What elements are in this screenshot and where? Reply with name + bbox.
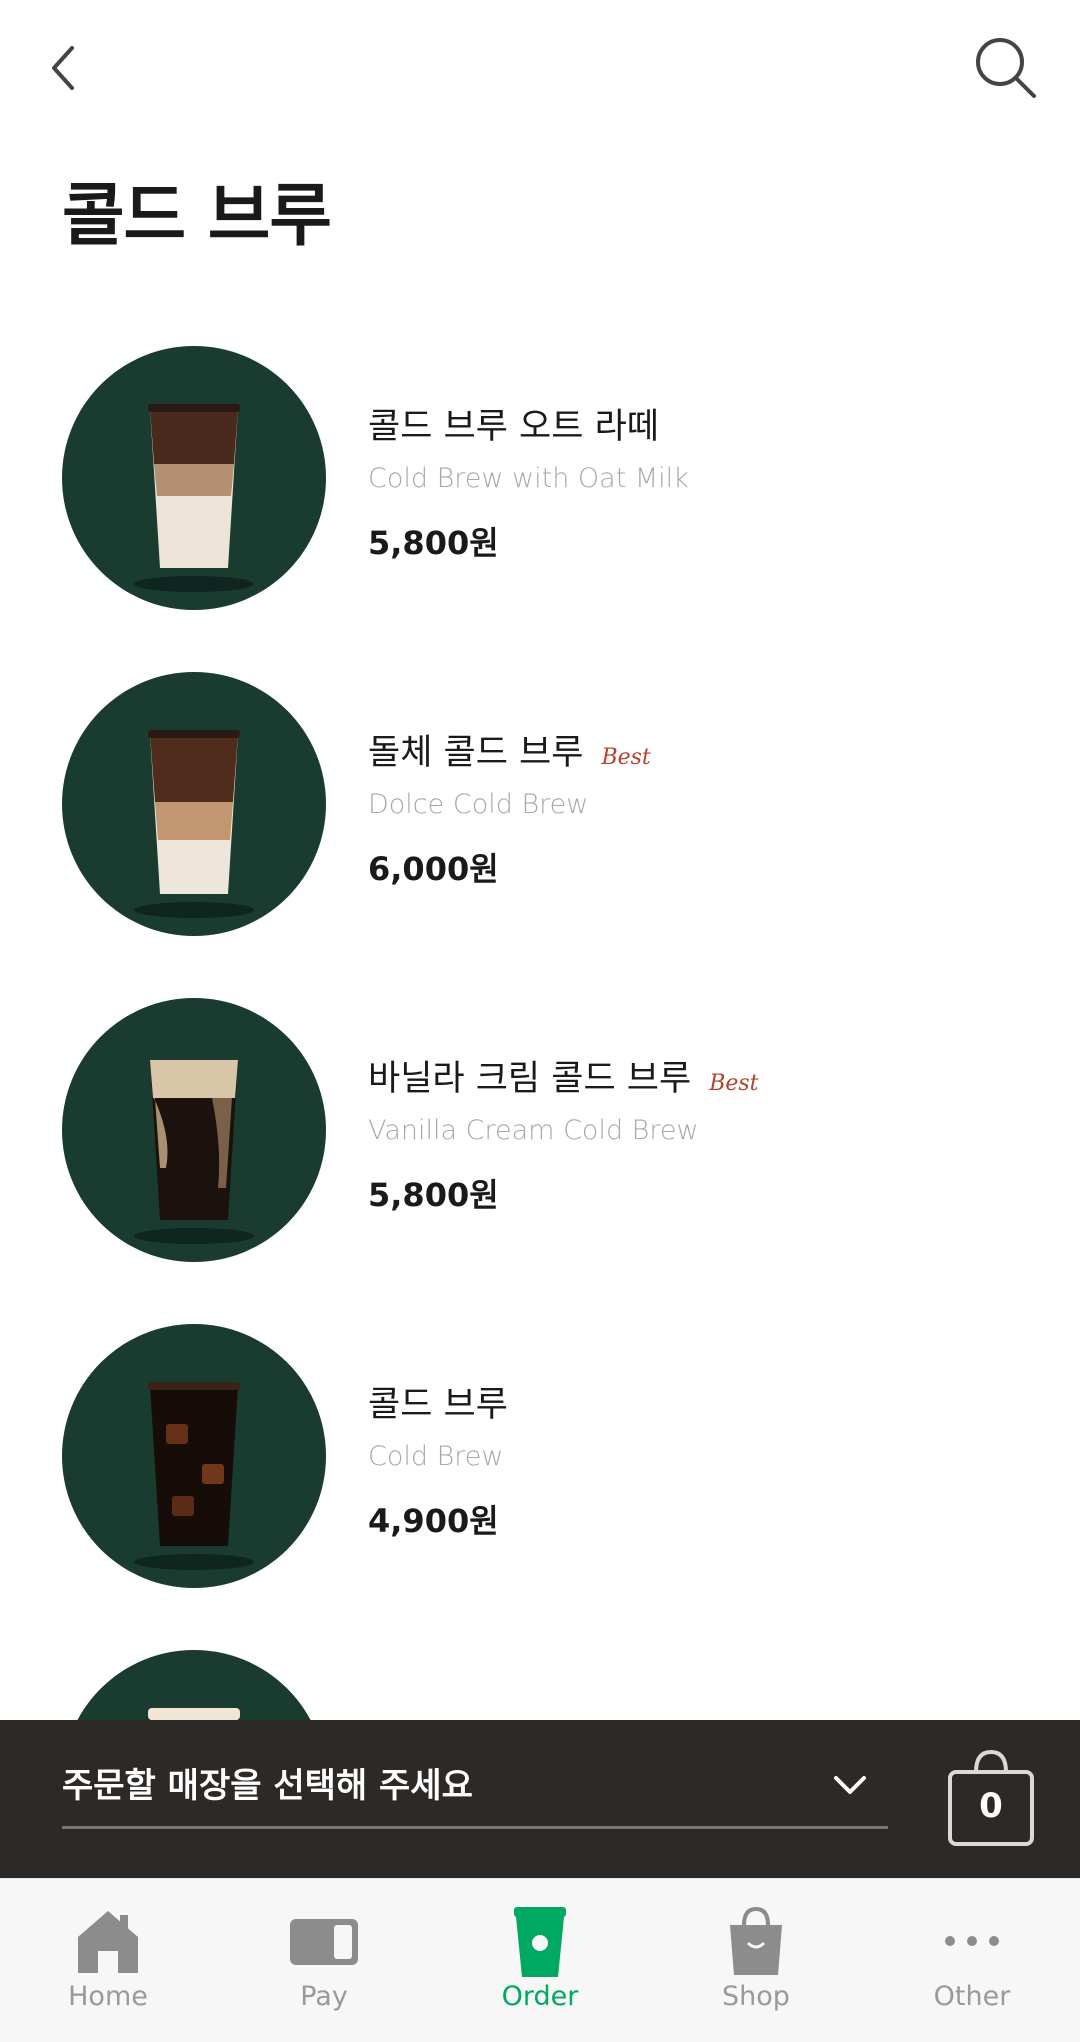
cart-count: 0: [979, 1786, 1003, 1826]
store-select-dropdown[interactable]: 주문할 매장을 선택해 주세요: [62, 1758, 888, 1829]
product-image: [62, 346, 326, 610]
more-icon: [945, 1936, 999, 1946]
product-name-en: Vanilla Cream Cold Brew: [368, 1115, 699, 1146]
product-price: 5,800원: [368, 524, 499, 562]
cup-icon: [514, 1907, 566, 1977]
list-item[interactable]: 콜드 브루 오트 라떼 Cold Brew with Oat Milk 5,80…: [0, 346, 1080, 672]
product-info: 콜드 브루 오트 라떼 Cold Brew with Oat Milk 5,80…: [368, 398, 1048, 564]
top-bar: [0, 0, 1080, 140]
product-price: 6,000원: [368, 850, 499, 888]
chevron-down-icon: [834, 1776, 866, 1794]
shopping-bag-icon: [730, 1906, 782, 1975]
tab-label: Order: [501, 1981, 579, 2012]
tab-other[interactable]: Other: [864, 1879, 1080, 2042]
page-title: 콜드 브루: [62, 177, 332, 256]
product-name-en: Cold Brew with Oat Milk: [368, 463, 689, 494]
product-image: [62, 1324, 326, 1588]
cart-button[interactable]: 0: [946, 1746, 1036, 1848]
tab-home[interactable]: Home: [0, 1879, 216, 2042]
bottom-tab-bar: Home Pay Order Shop Other: [0, 1878, 1080, 2042]
product-info: 돌체 콜드 브루 Best Dolce Cold Brew 6,000원: [368, 724, 1048, 890]
store-select-bar: 주문할 매장을 선택해 주세요 0: [0, 1720, 1080, 1878]
home-icon: [78, 1911, 138, 1973]
search-button[interactable]: [970, 32, 1042, 104]
tab-shop[interactable]: Shop: [648, 1879, 864, 2042]
search-icon: [976, 38, 1036, 98]
tab-label: Other: [933, 1981, 1011, 2012]
tab-label: Shop: [722, 1981, 790, 2012]
product-info: 콜드 브루 Cold Brew 4,900원: [368, 1376, 1048, 1542]
product-name: 콜드 브루: [368, 1385, 508, 1425]
product-price: 4,900원: [368, 1502, 499, 1540]
chevron-left-icon: [52, 46, 74, 90]
product-name: 돌체 콜드 브루: [368, 733, 584, 773]
product-price: 5,800원: [368, 1176, 499, 1214]
back-button[interactable]: [40, 40, 90, 96]
tab-pay[interactable]: Pay: [216, 1879, 432, 2042]
product-image: [62, 672, 326, 936]
tab-label: Pay: [300, 1981, 348, 2012]
tab-order[interactable]: Order: [432, 1879, 648, 2042]
card-icon: [290, 1919, 358, 1965]
product-name: 바닐라 크림 콜드 브루: [368, 1059, 692, 1099]
best-badge: Best: [601, 745, 651, 770]
product-info: 바닐라 크림 콜드 브루 Best Vanilla Cream Cold Bre…: [368, 1050, 1048, 1216]
product-name-en: Dolce Cold Brew: [368, 789, 589, 820]
list-item[interactable]: 돌체 콜드 브루 Best Dolce Cold Brew 6,000원: [0, 672, 1080, 998]
list-item[interactable]: 콜드 브루 Cold Brew 4,900원: [0, 1324, 1080, 1650]
product-name-en: Cold Brew: [368, 1441, 504, 1472]
product-image: [62, 998, 326, 1262]
tab-label: Home: [68, 1981, 148, 2012]
list-item[interactable]: 바닐라 크림 콜드 브루 Best Vanilla Cream Cold Bre…: [0, 998, 1080, 1324]
product-name: 콜드 브루 오트 라떼: [368, 407, 659, 447]
best-badge: Best: [709, 1071, 759, 1096]
store-select-placeholder: 주문할 매장을 선택해 주세요: [62, 1766, 473, 1806]
